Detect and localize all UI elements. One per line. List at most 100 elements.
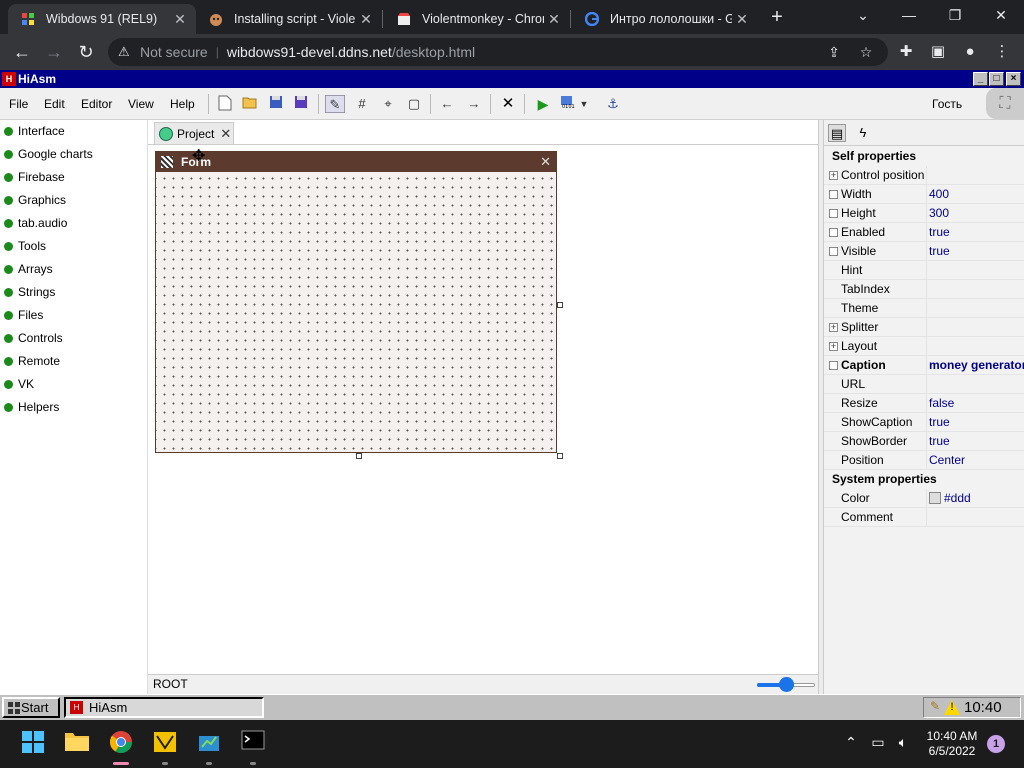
zoom-slider-thumb[interactable] — [779, 677, 794, 692]
palette-item-arrays[interactable]: Arrays — [4, 259, 53, 279]
restore-window-button[interactable]: ❐ — [932, 4, 978, 26]
close-tab-icon[interactable]: ✕ — [732, 11, 752, 28]
tab-project[interactable]: Project ✕ — [154, 122, 234, 144]
property-row-comment[interactable]: Comment — [824, 508, 1024, 527]
show-hidden-icons-chevron[interactable]: ⌃ — [841, 734, 861, 751]
property-value[interactable]: true — [926, 413, 1024, 431]
menu-edit[interactable]: Edit — [44, 97, 65, 111]
property-value[interactable] — [926, 337, 1024, 355]
property-row-splitter[interactable]: + Splitter — [824, 318, 1024, 337]
property-row-position[interactable]: Position Center — [824, 451, 1024, 470]
property-value[interactable]: 300 — [926, 204, 1024, 222]
property-row-showborder[interactable]: ShowBorder true — [824, 432, 1024, 451]
resize-handle-corner[interactable] — [557, 453, 563, 459]
property-checkbox[interactable] — [829, 247, 838, 256]
url-text[interactable]: wibdows91-devel.ddns.net/desktop.html — [227, 44, 475, 60]
expand-plus-icon[interactable]: + — [829, 171, 838, 180]
property-row-enabled[interactable]: Enabled true — [824, 223, 1024, 242]
menu-editor[interactable]: Editor — [81, 97, 112, 111]
run-play-icon[interactable]: ▶ — [533, 95, 553, 113]
property-value[interactable] — [926, 318, 1024, 336]
edit-mode-icon[interactable]: ✎ — [325, 95, 345, 113]
resize-handle-bottom[interactable] — [356, 453, 362, 459]
breadcrumb-root[interactable]: ROOT — [153, 677, 188, 691]
property-value[interactable] — [926, 280, 1024, 298]
property-value[interactable]: Center — [926, 451, 1024, 469]
property-row-color[interactable]: Color #ddd — [824, 489, 1024, 508]
property-checkbox[interactable] — [829, 228, 838, 237]
property-row-theme[interactable]: Theme — [824, 299, 1024, 318]
palette-item-files[interactable]: Files — [4, 305, 43, 325]
browser-tab-wibdows[interactable]: Wibdows 91 (REL9) ✕ — [8, 4, 196, 34]
property-value[interactable]: true — [926, 432, 1024, 450]
hiasm-minimize-button[interactable]: _ — [973, 72, 988, 86]
palette-item-graphics[interactable]: Graphics — [4, 190, 66, 210]
browser-tab-violentmonkey[interactable]: Violentmonkey - Chron ✕ — [384, 4, 570, 34]
minimize-window-button[interactable]: — — [886, 4, 932, 26]
palette-item-controls[interactable]: Controls — [4, 328, 63, 348]
menu-help[interactable]: Help — [170, 97, 195, 111]
warning-icon[interactable]: ! — [944, 700, 960, 715]
profile-icon[interactable]: ● — [960, 42, 980, 62]
volume-icon[interactable]: 🔈︎ — [893, 734, 913, 751]
hiasm-titlebar[interactable]: H HiAsm — [0, 70, 1024, 88]
kebab-menu-icon[interactable]: ⋮ — [992, 42, 1012, 62]
property-value[interactable]: money generator — [926, 356, 1024, 374]
close-tab-icon[interactable]: ✕ — [356, 11, 376, 28]
chrome-icon[interactable] — [108, 730, 134, 756]
new-file-icon[interactable] — [215, 95, 235, 113]
notification-badge[interactable]: 1 — [987, 735, 1005, 753]
property-value[interactable] — [926, 508, 1024, 526]
security-label[interactable]: Not secure — [140, 44, 208, 60]
close-project-tab-icon[interactable]: ✕ — [220, 126, 231, 142]
bookmark-star-icon[interactable]: ☆ — [856, 42, 876, 62]
save-all-icon[interactable] — [291, 95, 311, 113]
winrar-icon[interactable] — [152, 730, 178, 756]
color-swatch[interactable] — [929, 492, 941, 504]
property-row-width[interactable]: Width 400 — [824, 185, 1024, 204]
delete-icon[interactable]: ✕ — [498, 95, 518, 113]
close-tab-icon[interactable]: ✕ — [170, 11, 190, 28]
tab-search-chevron-icon[interactable]: ⌄ — [840, 4, 886, 26]
menu-view[interactable]: View — [128, 97, 154, 111]
property-checkbox[interactable] — [829, 361, 838, 370]
undo-arrow-icon[interactable]: ← — [437, 95, 457, 113]
side-panel-icon[interactable]: ▣ — [928, 42, 948, 62]
close-tab-icon[interactable]: ✕ — [544, 11, 564, 28]
resize-handle-right[interactable] — [557, 302, 563, 308]
property-row-tabindex[interactable]: TabIndex — [824, 280, 1024, 299]
fit-frame-icon[interactable]: ▢ — [404, 95, 424, 113]
property-value[interactable] — [926, 375, 1024, 393]
new-tab-button[interactable]: + — [767, 7, 787, 27]
hiasm-close-button[interactable]: × — [1006, 72, 1021, 86]
forward-arrow-icon[interactable]: → — [42, 40, 66, 64]
windows-start-icon[interactable] — [20, 730, 46, 756]
form-titlebar[interactable]: Form ✕ — [156, 152, 556, 172]
network-icon[interactable]: ▭ — [868, 734, 888, 751]
reload-icon[interactable]: ↻ — [74, 40, 98, 64]
palette-item-helpers[interactable]: Helpers — [4, 397, 59, 417]
palette-item-interface[interactable]: Interface — [4, 121, 65, 141]
palette-item-strings[interactable]: Strings — [4, 282, 55, 302]
palette-item-tools[interactable]: Tools — [4, 236, 46, 256]
address-bar[interactable]: ⚠ Not secure | wibdows91-devel.ddns.net/… — [108, 38, 888, 66]
palette-item-vk[interactable]: VK — [4, 374, 34, 394]
property-row-hint[interactable]: Hint — [824, 261, 1024, 280]
property-row-layout[interactable]: + Layout — [824, 337, 1024, 356]
browser-tab-google[interactable]: Интро лололошки - G ✕ — [572, 4, 758, 34]
property-value[interactable]: true — [926, 242, 1024, 260]
palette-item-firebase[interactable]: Firebase — [4, 167, 65, 187]
property-row-visible[interactable]: Visible true — [824, 242, 1024, 261]
browser-tab-installing[interactable]: Installing script - Violen ✕ — [196, 4, 382, 34]
property-value[interactable]: #ddd — [926, 489, 1024, 507]
hiasm-maximize-button[interactable]: □ — [989, 72, 1004, 86]
warning-triangle-icon[interactable]: ⚠ — [118, 44, 134, 60]
expand-plus-icon[interactable]: + — [829, 323, 838, 332]
property-value[interactable] — [926, 166, 1024, 184]
compile-dropdown-icon[interactable]: ▼ — [578, 95, 590, 113]
menu-file[interactable]: File — [9, 97, 28, 111]
palette-item-tab-audio[interactable]: tab.audio — [4, 213, 67, 233]
property-row-caption[interactable]: Caption money generator — [824, 356, 1024, 375]
palette-item-remote[interactable]: Remote — [4, 351, 60, 371]
property-value[interactable] — [926, 299, 1024, 317]
